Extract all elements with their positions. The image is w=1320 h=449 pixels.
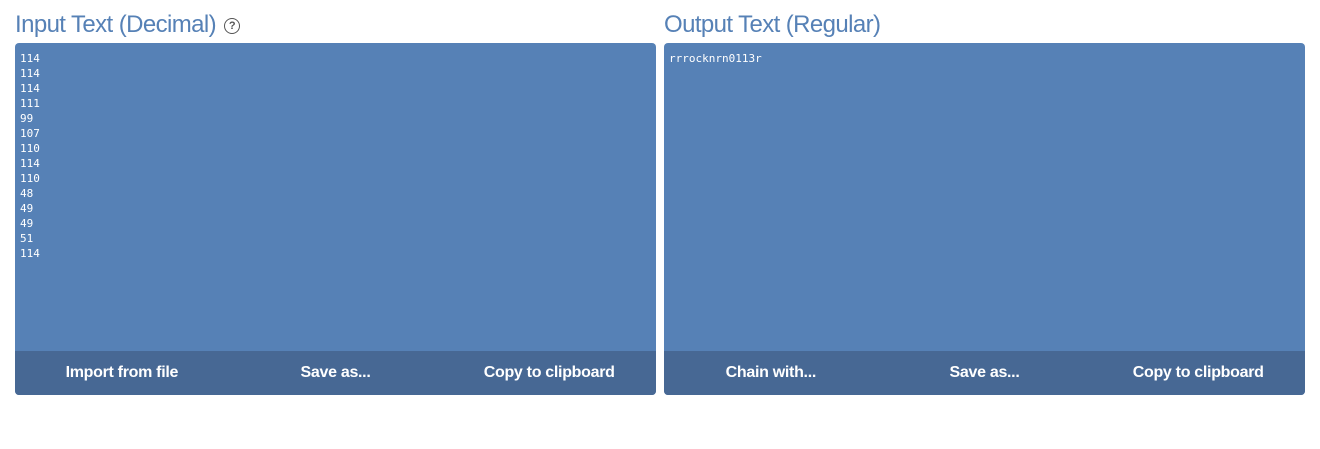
- input-line: 114: [20, 247, 40, 260]
- output-panel: Output Text (Regular) rrrocknrn0113r Cha…: [664, 10, 1305, 395]
- help-icon[interactable]: ?: [223, 17, 240, 34]
- output-save-as-button[interactable]: Save as...: [878, 364, 1092, 382]
- input-textarea[interactable]: 114 114 114 111 99 107 110 114 110 48 49…: [15, 43, 656, 351]
- output-copy-button[interactable]: Copy to clipboard: [1091, 364, 1305, 382]
- input-line: 49: [20, 202, 34, 215]
- output-textarea[interactable]: rrrocknrn0113r: [664, 43, 1305, 351]
- input-line: 114: [20, 82, 40, 95]
- output-title: Output Text (Regular): [664, 11, 881, 38]
- input-line: 99: [20, 112, 34, 125]
- output-text: rrrocknrn0113r: [669, 52, 762, 65]
- output-box: rrrocknrn0113r Chain with... Save as... …: [664, 43, 1305, 395]
- input-line: 114: [20, 52, 40, 65]
- import-from-file-button[interactable]: Import from file: [15, 364, 229, 382]
- input-line: 107: [20, 127, 40, 140]
- converter-page: Input Text (Decimal) ? 114 114 114 111 9…: [0, 0, 1320, 449]
- input-box: 114 114 114 111 99 107 110 114 110 48 49…: [15, 43, 656, 395]
- output-title-row: Output Text (Regular): [664, 10, 1305, 40]
- input-action-bar: Import from file Save as... Copy to clip…: [15, 351, 656, 395]
- input-line: 51: [20, 232, 34, 245]
- input-line: 48: [20, 187, 34, 200]
- input-line: 111: [20, 97, 40, 110]
- output-action-bar: Chain with... Save as... Copy to clipboa…: [664, 351, 1305, 395]
- input-line: 49: [20, 217, 34, 230]
- input-title-row: Input Text (Decimal) ?: [15, 10, 656, 40]
- input-line: 114: [20, 157, 40, 170]
- input-line: 114: [20, 67, 40, 80]
- input-title: Input Text (Decimal): [15, 11, 217, 38]
- input-line: 110: [20, 172, 40, 185]
- input-copy-button[interactable]: Copy to clipboard: [442, 364, 656, 382]
- input-save-as-button[interactable]: Save as...: [229, 364, 443, 382]
- input-panel: Input Text (Decimal) ? 114 114 114 111 9…: [15, 10, 656, 395]
- chain-with-button[interactable]: Chain with...: [664, 364, 878, 382]
- input-line: 110: [20, 142, 40, 155]
